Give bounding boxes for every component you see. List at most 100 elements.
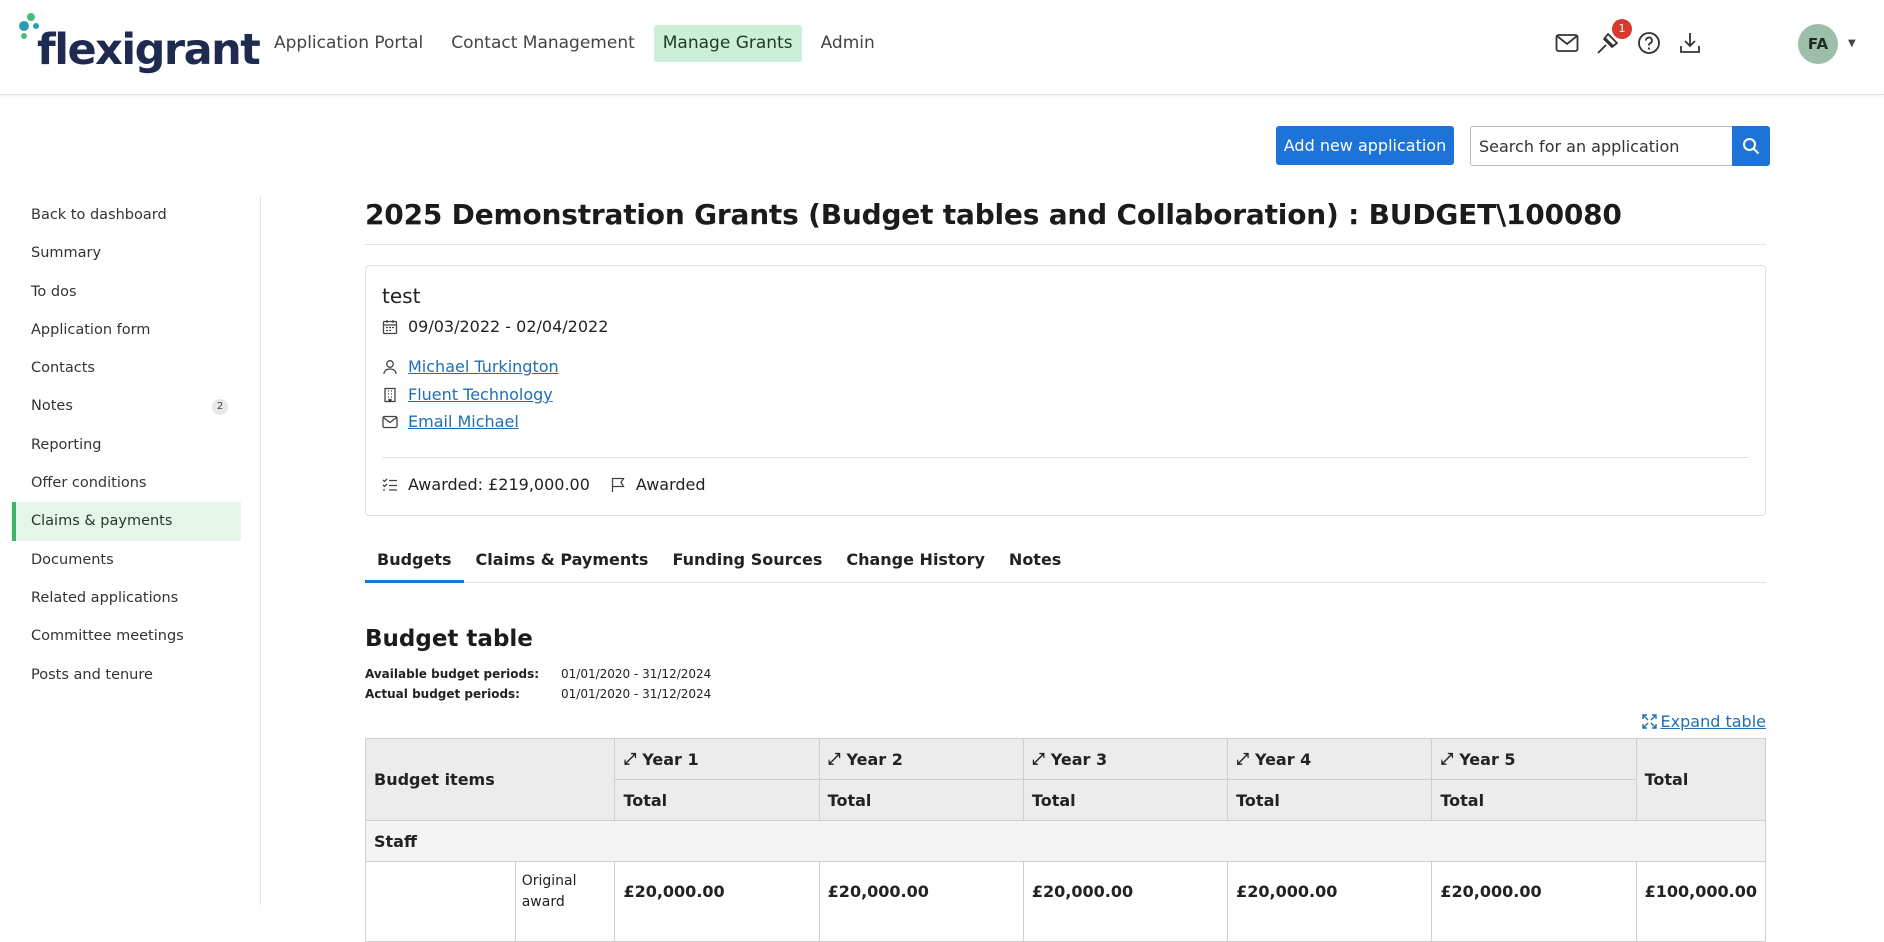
sidebar-item-summary[interactable]: Summary: [12, 234, 241, 272]
year-5-label: Year 5: [1459, 749, 1516, 769]
table-cell: £20,000.00: [1431, 861, 1637, 942]
tab-notes[interactable]: Notes: [997, 546, 1073, 583]
date-range-row: 09/03/2022 - 02/04/2022: [382, 317, 608, 336]
sidebar-item-label: Posts and tenure: [31, 666, 153, 683]
expand-table-label: Expand table: [1660, 712, 1766, 731]
tab-funding-sources[interactable]: Funding Sources: [660, 546, 834, 583]
sidebar-item-contacts[interactable]: Contacts: [12, 349, 241, 387]
top-navigation-bar: flexigrant Application Portal Contact Ma…: [0, 0, 1884, 95]
logo-wordmark: flexigrant: [37, 25, 261, 75]
organisation-link[interactable]: Fluent Technology: [408, 385, 553, 404]
nav-manage-grants[interactable]: Manage Grants: [653, 25, 802, 62]
row-total-cell: £100,000.00: [1635, 861, 1767, 942]
sidebar-item-offer-conditions[interactable]: Offer conditions: [12, 464, 241, 502]
year-2-total-header: Total: [818, 779, 1024, 821]
sidebar-item-to-dos[interactable]: To dos: [12, 273, 241, 311]
date-range: 09/03/2022 - 02/04/2022: [408, 317, 609, 336]
tab-budgets[interactable]: Budgets: [365, 546, 464, 583]
application-search: [1470, 126, 1770, 166]
sidebar-item-label: Reporting: [31, 436, 102, 453]
expand-table-link[interactable]: Expand table: [1641, 712, 1766, 731]
sidebar: Back to dashboard Summary To dos Applica…: [12, 196, 241, 694]
application-summary-card: test 09/03/2022 - 02/04/2022 Michael Tur…: [365, 265, 1766, 516]
mail-icon[interactable]: [1553, 27, 1581, 59]
email-link[interactable]: Email Michael: [408, 412, 519, 431]
sidebar-divider: [260, 196, 261, 905]
nav-admin[interactable]: Admin: [812, 25, 884, 62]
search-button[interactable]: [1732, 126, 1770, 166]
tab-claims-payments[interactable]: Claims & Payments: [464, 546, 661, 583]
user-avatar[interactable]: FA: [1798, 24, 1838, 64]
sidebar-item-claims-payments[interactable]: Claims & payments: [12, 502, 241, 541]
organisation-row: Fluent Technology: [382, 385, 553, 404]
sidebar-item-documents[interactable]: Documents: [12, 541, 241, 579]
status-badge: Awarded: [635, 475, 706, 494]
year-2-label: Year 2: [846, 749, 903, 769]
download-icon[interactable]: [1676, 27, 1704, 59]
actual-periods: Actual budget periods: 01/01/2020 - 31/1…: [365, 687, 711, 701]
flag-icon: [611, 477, 625, 492]
nav-contact-management[interactable]: Contact Management: [442, 25, 644, 62]
sidebar-item-label: Related applications: [31, 589, 179, 606]
year-3-header[interactable]: ⤢ Year 3: [1022, 738, 1229, 780]
logo-dot: [19, 21, 29, 31]
nav-application-portal[interactable]: Application Portal: [265, 25, 432, 62]
add-new-application-button[interactable]: Add new application: [1276, 126, 1454, 165]
main-nav: Application Portal Contact Management Ma…: [265, 25, 884, 63]
actual-periods-label: Actual budget periods:: [365, 687, 520, 701]
row-note-cell: Original award: [514, 861, 616, 942]
sidebar-item-label: Application form: [31, 321, 151, 338]
mail-icon: [382, 415, 398, 428]
detail-tabs: Budgets Claims & Payments Funding Source…: [365, 546, 1766, 583]
year-3-total-header: Total: [1022, 779, 1229, 821]
card-divider: [382, 457, 1749, 458]
notifications-icon[interactable]: 1: [1594, 19, 1632, 59]
flexigrant-logo[interactable]: flexigrant: [17, 11, 261, 77]
year-1-total-header: Total: [614, 779, 820, 821]
tab-change-history[interactable]: Change History: [834, 546, 997, 583]
expand-column-icon: ⤢: [623, 749, 637, 768]
building-icon: [384, 387, 396, 402]
expand-column-icon: ⤢: [1440, 749, 1454, 768]
sidebar-item-label: Documents: [31, 551, 114, 568]
sidebar-item-posts-and-tenure[interactable]: Posts and tenure: [12, 656, 241, 694]
contact-link[interactable]: Michael Turkington: [408, 357, 559, 376]
page-title: 2025 Demonstration Grants (Budget tables…: [365, 198, 1622, 231]
sidebar-item-related-applications[interactable]: Related applications: [12, 579, 241, 617]
contact-row: Michael Turkington: [382, 357, 559, 376]
available-periods: Available budget periods: 01/01/2020 - 3…: [365, 667, 711, 681]
logo-dot: [21, 33, 27, 39]
notifications-badge: 1: [1612, 19, 1632, 39]
expand-column-icon: ⤢: [827, 749, 841, 768]
budget-items-header: Budget items: [364, 738, 616, 821]
actual-periods-value: 01/01/2020 - 31/12/2024: [561, 687, 712, 701]
sidebar-item-reporting[interactable]: Reporting: [12, 426, 241, 464]
sidebar-item-application-form[interactable]: Application form: [12, 311, 241, 349]
original-award-label: Original award: [521, 873, 577, 910]
expand-icon: [1641, 714, 1657, 729]
awarded-amount: Awarded: £219,000.00: [408, 475, 590, 494]
sidebar-item-notes[interactable]: Notes 2: [12, 387, 241, 425]
available-periods-label: Available budget periods:: [365, 667, 540, 681]
row-label-cell: [365, 861, 516, 942]
year-1-header[interactable]: ⤢ Year 1: [614, 738, 820, 780]
year-3-label: Year 3: [1050, 749, 1108, 769]
top-icon-group: 1: [1553, 19, 1704, 59]
year-5-header[interactable]: ⤢ Year 5: [1431, 738, 1637, 780]
sidebar-item-committee-meetings[interactable]: Committee meetings: [12, 617, 241, 655]
table-cell: £20,000.00: [818, 861, 1024, 942]
sidebar-item-label: Offer conditions: [31, 475, 147, 492]
application-name: test: [382, 284, 421, 308]
search-icon: [1743, 138, 1760, 155]
table-cell: £20,000.00: [1227, 861, 1433, 942]
sidebar-item-label: Back to dashboard: [31, 207, 167, 223]
sidebar-item-back-to-dashboard[interactable]: Back to dashboard: [12, 196, 241, 234]
expand-column-icon: ⤢: [1031, 749, 1045, 768]
chevron-down-icon[interactable]: ▼: [1848, 38, 1856, 49]
expand-column-icon: ⤢: [1236, 749, 1249, 768]
search-input[interactable]: [1470, 126, 1732, 166]
help-icon[interactable]: [1635, 27, 1663, 59]
year-4-label: Year 4: [1254, 749, 1312, 769]
year-4-header[interactable]: ⤢ Year 4: [1227, 738, 1433, 780]
year-2-header[interactable]: ⤢ Year 2: [818, 738, 1024, 780]
